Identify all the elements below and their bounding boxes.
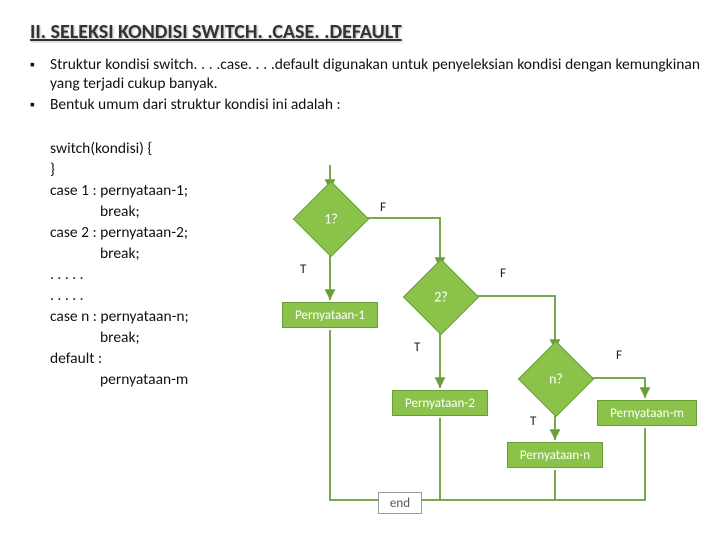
code-line: switch(kondisi) { (50, 139, 152, 158)
code-line: break; (50, 327, 700, 348)
process-2: Pernyataan-2 (392, 390, 488, 416)
code-line: pernyataan-m (50, 369, 700, 390)
paragraph-1: Struktur kondisi switch. . . .case. . . … (50, 55, 700, 93)
bullet-icon: ▪ (30, 55, 50, 75)
code-block: switch(kondisi) { } case 1 : pernyataan-… (50, 117, 700, 390)
slide-title: II. SELEKSI KONDISI SWITCH. .CASE. .DEFA… (30, 20, 402, 44)
code-line: default : (50, 349, 102, 368)
code-line: case 1 : pernyataan-1; (50, 181, 188, 200)
process-n: Pernyataan-n (507, 442, 603, 468)
end-box: end (378, 492, 422, 514)
paragraph-2: Bentuk umum dari struktur kondisi ini ad… (50, 95, 700, 114)
code-line: case 2 : pernyataan-2; (50, 223, 188, 242)
body-text: ▪ Struktur kondisi switch. . . .case. . … (30, 55, 700, 390)
code-line: case n : pernyataan-n; (50, 307, 189, 326)
code-line: . . . . . (50, 265, 84, 284)
code-line: break; (50, 243, 700, 264)
code-line: } (50, 160, 55, 179)
bullet-icon: ▪ (30, 95, 50, 115)
label-t: T (530, 414, 536, 429)
code-line: . . . . . (50, 286, 84, 305)
code-line: break; (50, 201, 700, 222)
process-m: Pernyataan-m (597, 400, 697, 426)
